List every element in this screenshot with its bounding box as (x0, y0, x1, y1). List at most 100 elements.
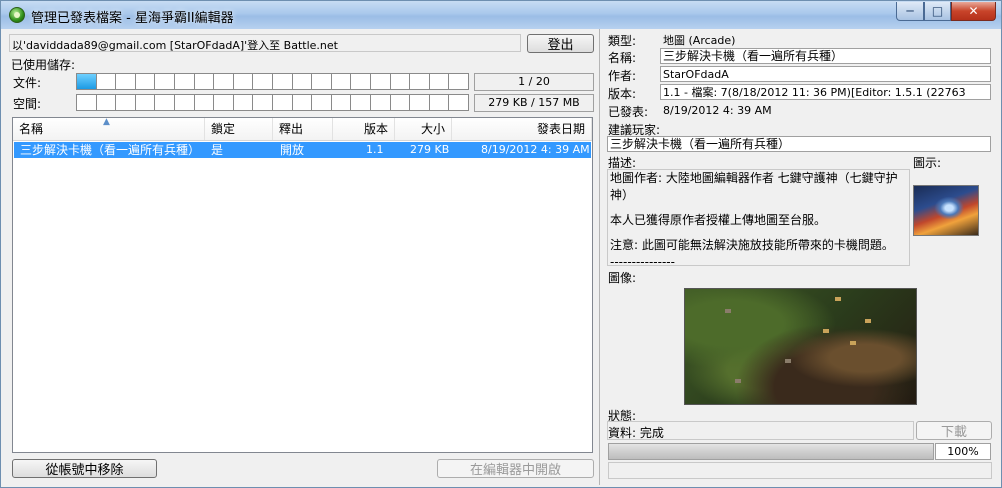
files-bar-segment (449, 74, 468, 89)
row-version: 1.1 (366, 143, 384, 156)
progress-percent: 100% (935, 443, 991, 460)
files-bar-segment (371, 74, 391, 89)
files-bar-segment (214, 74, 234, 89)
logout-button[interactable]: 登出 (527, 34, 594, 53)
preview-detail (850, 341, 856, 345)
description-line: 地圖作者: 大陸地圖編輯器作者 七鍵守護神（七鍵守护神） (610, 171, 898, 202)
space-usage-value: 279 KB / 157 MB (474, 94, 594, 112)
open-in-editor-button[interactable]: 在編輯器中開啟 (437, 459, 594, 478)
space-bar-segment (273, 95, 293, 110)
space-bar-segment (312, 95, 332, 110)
description-box[interactable]: 地圖作者: 大陸地圖編輯器作者 七鍵守護神（七鍵守护神） 本人已獲得原作者授權上… (607, 169, 910, 269)
files-bar-segment (351, 74, 371, 89)
files-bar-segment (391, 74, 411, 89)
description-line: 本人已獲得原作者授權上傳地圖至台服。 (610, 213, 827, 227)
files-bar-segment (97, 74, 117, 89)
table-row[interactable]: 三步解決卡機（看一遍所有兵種） 是 開放 1.1 279 KB 8/19/201… (14, 142, 591, 158)
col-header-size[interactable]: 大小 (395, 118, 452, 140)
files-bar-segment (155, 74, 175, 89)
space-bar-segment (175, 95, 195, 110)
preview-detail (735, 379, 741, 383)
close-icon: ✕ (968, 4, 979, 18)
published-value: 8/19/2012 4: 39 AM (663, 104, 772, 117)
type-value: 地圖 (Arcade) (663, 34, 736, 47)
author-value: StarOFdadA (660, 66, 991, 82)
col-header-release[interactable]: 釋出 (273, 118, 333, 140)
published-files-list[interactable]: 名稱 ▲ 鎖定 釋出 版本 大小 發表日期 三步解決卡機（看一遍所有兵種） 是 開… (12, 117, 593, 453)
files-usage-bar (76, 73, 469, 90)
files-bar-segment (195, 74, 215, 89)
files-bar-segment (175, 74, 195, 89)
pane-divider[interactable] (599, 29, 600, 485)
list-header: 名稱 ▲ 鎖定 釋出 版本 大小 發表日期 (13, 117, 592, 141)
space-bar-segment (234, 95, 254, 110)
published-label: 已發表: (608, 105, 649, 119)
space-bar-segment (97, 95, 117, 110)
col-header-name[interactable]: 名稱 ▲ (13, 117, 205, 140)
space-bar-segment (410, 95, 430, 110)
space-bar-segment (136, 95, 156, 110)
maximize-icon: □ (931, 4, 944, 18)
download-progress-bar (608, 443, 934, 460)
map-preview-image (684, 288, 917, 405)
space-bar-segment (332, 95, 352, 110)
type-label: 類型: (608, 34, 637, 48)
version-label: 版本: (608, 87, 637, 101)
remove-from-account-button[interactable]: 從帳號中移除 (12, 459, 157, 478)
files-bar-segment (136, 74, 156, 89)
window-title: 管理已發表檔案 - 星海爭霸II編輯器 (31, 11, 234, 26)
close-button[interactable]: ✕ (951, 2, 996, 21)
files-bar-segment (253, 74, 273, 89)
row-locked: 是 (211, 143, 224, 157)
row-size: 279 KB (410, 143, 450, 156)
col-header-locked[interactable]: 鎖定 (205, 118, 273, 140)
col-name-label: 名稱 (19, 122, 44, 136)
space-bar-segment (449, 95, 468, 110)
name-value: 三步解決卡機（看一遍所有兵種） (660, 48, 991, 64)
preview-detail (725, 309, 731, 313)
space-bar-segment (391, 95, 411, 110)
col-header-version[interactable]: 版本 (333, 118, 395, 140)
space-bar-segment (77, 95, 97, 110)
space-label: 空間: (13, 97, 42, 111)
map-icon-thumbnail (913, 185, 979, 236)
maximize-button[interactable]: □ (924, 2, 951, 21)
download-button[interactable]: 下載 (916, 421, 992, 440)
space-bar-segment (155, 95, 175, 110)
space-usage-bar (76, 94, 469, 111)
files-bar-segment (116, 74, 136, 89)
name-label: 名稱: (608, 51, 637, 65)
files-bar-segment (293, 74, 313, 89)
files-label: 文件: (13, 76, 42, 90)
row-date: 8/19/2012 4: 39 AM (481, 143, 590, 156)
files-bar-segment (77, 74, 97, 89)
app-window: 管理已發表檔案 - 星海爭霸II編輯器 ─ □ ✕ 以'daviddada89@… (0, 0, 1002, 488)
minimize-button[interactable]: ─ (896, 2, 924, 21)
progress-fill (609, 444, 933, 459)
preview-detail (823, 329, 829, 333)
starcraft-editor-icon (9, 7, 25, 23)
data-status-box (607, 421, 914, 440)
files-bar-segment (234, 74, 254, 89)
preview-detail (865, 319, 871, 323)
description-line: 注意: 此圖可能無法解決施放技能所帶來的卡機問題。 (610, 238, 894, 252)
files-bar-segment (430, 74, 450, 89)
icon-label: 圖示: (913, 156, 942, 170)
space-bar-segment (116, 95, 136, 110)
files-bar-segment (273, 74, 293, 89)
image-label: 圖像: (608, 271, 637, 285)
files-bar-segment (332, 74, 352, 89)
space-bar-segment (293, 95, 313, 110)
space-bar-segment (351, 95, 371, 110)
sort-ascending-icon: ▲ (103, 117, 110, 127)
files-bar-segment (312, 74, 332, 89)
players-value: 三步解決卡機（看一遍所有兵種） (607, 136, 991, 152)
space-bar-segment (214, 95, 234, 110)
preview-detail (785, 359, 791, 363)
col-header-date[interactable]: 發表日期 (452, 118, 592, 140)
files-bar-segment (410, 74, 430, 89)
space-bar-segment (195, 95, 215, 110)
storage-title: 已使用儲存: (11, 58, 76, 72)
minimize-icon: ─ (906, 4, 914, 18)
title-bar[interactable]: 管理已發表檔案 - 星海爭霸II編輯器 ─ □ ✕ (1, 1, 1001, 29)
